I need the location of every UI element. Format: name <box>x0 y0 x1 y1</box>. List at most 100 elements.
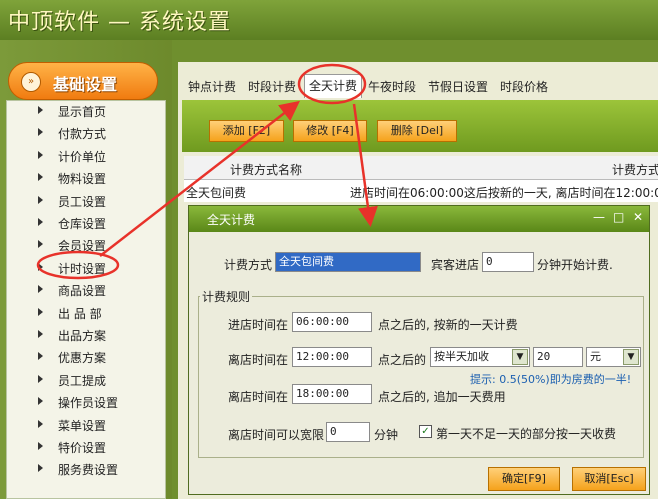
surcharge-mode-value: 按半天加收 <box>434 350 489 363</box>
tab-midnight[interactable]: 午夜时段 <box>368 76 416 98</box>
sidebar-item-label: 出 品 部 <box>58 306 102 321</box>
chevron-right-icon <box>38 128 43 137</box>
window-title: 中顶软件 — 系统设置 <box>8 10 231 35</box>
sidebar-item[interactable]: 操作员设置 <box>38 392 158 412</box>
sidebar-item[interactable]: 付款方式 <box>38 123 158 143</box>
chevron-right-icon <box>38 285 43 294</box>
sidebar-header-label: 基础设置 <box>53 75 118 94</box>
sidebar-item[interactable]: 计时设置 <box>38 258 158 278</box>
tab-holiday[interactable]: 节假日设置 <box>428 76 488 98</box>
chevron-right-icon <box>38 106 43 114</box>
column-header-mode: 计费方式 <box>612 163 658 177</box>
sidebar-item-label: 会员设置 <box>58 239 107 254</box>
sidebar-item-label: 菜单设置 <box>58 418 107 433</box>
delete-button[interactable]: 删除 [Del] <box>377 120 457 142</box>
grace-label: 离店时间可以宽限 <box>228 428 325 442</box>
tab-period[interactable]: 时段计费 <box>248 76 296 98</box>
surcharge-amount-input[interactable]: 20 <box>533 347 583 367</box>
chevron-right-icon <box>38 240 43 249</box>
arrival-suffix: 分钟开始计费. <box>537 258 613 272</box>
row-description: 进店时间在06:00:00这后按新的一天, 离店时间在12:00:00 <box>350 186 658 200</box>
tab-period-price[interactable]: 时段价格 <box>500 76 548 98</box>
chevron-right-icon <box>38 150 43 159</box>
sidebar-item[interactable]: 员工提成 <box>38 370 158 390</box>
sidebar-item[interactable]: 显示首页 <box>38 101 158 121</box>
leave-time-mid: 点之后的 <box>378 353 427 367</box>
leave2-time-label: 离店时间在 <box>228 390 289 404</box>
sidebar-item[interactable]: 特价设置 <box>38 437 158 457</box>
sidebar-item[interactable]: 员工设置 <box>38 191 158 211</box>
close-icon[interactable]: ✕ <box>633 210 643 224</box>
dialog-title-bar: 全天计费 — □ ✕ <box>189 206 649 232</box>
chevron-down-icon[interactable]: ▼ <box>512 349 528 365</box>
grace-unit: 分钟 <box>374 428 399 442</box>
sidebar-item[interactable]: 仓库设置 <box>38 213 158 233</box>
sidebar-header-button[interactable]: » 基础设置 <box>8 62 158 100</box>
sidebar-item-label: 特价设置 <box>58 441 107 455</box>
chevron-right-icon <box>38 352 43 361</box>
sidebar-item-label: 计时设置 <box>58 261 107 276</box>
sidebar-item[interactable]: 出 品 部 <box>38 303 158 323</box>
sidebar-item[interactable]: 商品设置 <box>38 280 158 300</box>
rules-title: 计费规则 <box>200 288 253 305</box>
leave-time-input[interactable]: 12:00:00 <box>292 347 372 367</box>
chevron-right-icon <box>38 262 43 271</box>
chevron-right-icon <box>38 218 43 226</box>
column-header-name: 计费方式名称 <box>230 163 303 177</box>
window-title-bar: 中顶软件 — 系统设置 <box>0 0 658 40</box>
table-row[interactable]: 全天包间费 进店时间在06:00:00这后按新的一天, 离店时间在12:00:0… <box>184 180 658 202</box>
chevron-right-icon <box>38 330 43 338</box>
edit-button[interactable]: 修改 [F4] <box>293 120 367 142</box>
chevron-right-icon <box>38 464 43 473</box>
sidebar-item-label: 出品方案 <box>58 329 107 343</box>
arrival-minutes-input[interactable]: 0 <box>482 252 534 272</box>
chevron-right-icon <box>38 419 43 428</box>
dialog-title: 全天计费 <box>207 213 256 227</box>
grace-minutes-input[interactable]: 0 <box>326 422 370 442</box>
leave2-time-input[interactable]: 18:00:00 <box>292 384 372 404</box>
tab-bar: 钟点计费 时段计费 全天计费 午夜时段 节假日设置 时段价格 <box>182 72 658 98</box>
chevron-right-icon <box>38 442 43 450</box>
sidebar-item-label: 商品设置 <box>58 284 107 299</box>
sidebar-item[interactable]: 计价单位 <box>38 146 158 166</box>
sidebar-item[interactable]: 菜单设置 <box>38 415 158 435</box>
leave-time-label: 离店时间在 <box>228 353 289 367</box>
sidebar-item-label: 操作员设置 <box>58 396 119 411</box>
sidebar-item-label: 员工提成 <box>58 373 107 388</box>
chevron-right-icon <box>38 374 43 383</box>
enter-time-input[interactable]: 06:00:00 <box>292 312 372 332</box>
add-button[interactable]: 添加 [F2] <box>209 120 284 142</box>
sidebar-item[interactable]: 优惠方案 <box>38 347 158 367</box>
surcharge-mode-select[interactable]: 按半天加收 ▼ <box>430 347 530 367</box>
enter-time-suffix: 点之后的, 按新的一天计费 <box>378 318 518 332</box>
billing-mode-input[interactable]: 全天包间费 <box>275 252 421 272</box>
sidebar-item[interactable]: 会员设置 <box>38 235 158 255</box>
sidebar-item-label: 员工设置 <box>58 194 107 209</box>
sidebar-item-label: 付款方式 <box>58 127 107 142</box>
sidebar-item-label: 物料设置 <box>58 172 107 187</box>
tab-full-day[interactable]: 全天计费 <box>304 74 363 98</box>
chevron-down-icon[interactable]: ▼ <box>623 349 639 365</box>
chevron-right-icon <box>38 397 43 406</box>
leave2-time-suffix: 点之后的, 追加一天费用 <box>378 390 506 404</box>
sidebar-item[interactable]: 服务费设置 <box>38 459 158 479</box>
first-day-checkbox[interactable]: ✓ <box>419 425 432 438</box>
arrival-label: 宾客进店 <box>431 258 480 272</box>
sidebar-item-label: 仓库设置 <box>58 217 107 231</box>
sidebar-item-label: 服务费设置 <box>58 463 119 478</box>
chevron-right-icon <box>38 195 43 204</box>
maximize-icon[interactable]: □ <box>613 210 624 224</box>
sidebar-item-label: 优惠方案 <box>58 351 107 366</box>
currency-select[interactable]: 元 ▼ <box>586 347 641 367</box>
sidebar-item-label: 显示首页 <box>58 105 107 119</box>
billing-mode-label: 计费方式 <box>224 258 273 272</box>
minimize-icon[interactable]: — <box>593 210 605 224</box>
ok-button[interactable]: 确定[F9] <box>488 467 560 491</box>
row-name: 全天包间费 <box>186 186 247 200</box>
hint-text: 提示: 0.5(50%)即为房费的一半! <box>470 373 632 386</box>
sidebar-item[interactable]: 出品方案 <box>38 325 158 345</box>
chevron-right-icon <box>38 307 43 316</box>
sidebar-item[interactable]: 物料设置 <box>38 168 158 188</box>
cancel-button[interactable]: 取消[Esc] <box>572 467 646 491</box>
tab-hourly[interactable]: 钟点计费 <box>188 76 236 98</box>
